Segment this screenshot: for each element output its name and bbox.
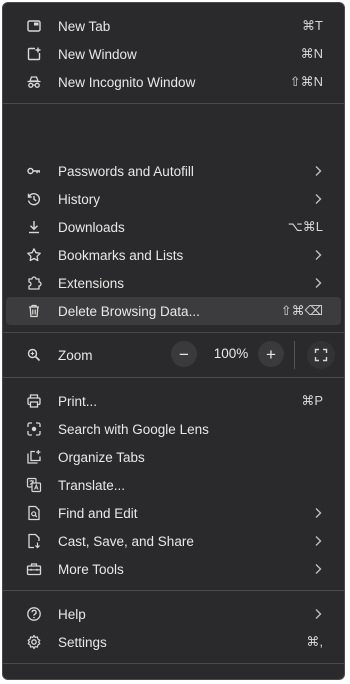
menu-label: Search with Google Lens xyxy=(58,421,209,437)
menu-label: Print... xyxy=(58,393,98,409)
shortcut-text: ⇧⌘⌫ xyxy=(280,303,323,318)
shortcut-text: ⇧⌘N xyxy=(289,74,323,89)
menu-item-print[interactable]: Print... ⌘P xyxy=(6,387,341,415)
menu-item-translate[interactable]: Translate... xyxy=(6,471,341,499)
menu-label: Organize Tabs xyxy=(58,449,145,465)
separator xyxy=(3,590,344,591)
menu-label: Help xyxy=(58,606,86,622)
menu-item-settings[interactable]: Settings ⌘, xyxy=(6,628,341,656)
menu-item-extensions[interactable]: Extensions xyxy=(6,269,341,297)
gear-icon xyxy=(24,634,44,650)
google-lens-icon xyxy=(24,421,44,437)
menu-item-help[interactable]: Help xyxy=(6,600,341,628)
find-in-page-icon xyxy=(24,505,44,521)
organize-tabs-icon xyxy=(24,449,44,465)
save-share-file-icon xyxy=(24,533,44,549)
menu-item-cast-save-share[interactable]: Cast, Save, and Share xyxy=(6,527,341,555)
menu-label: New Incognito Window xyxy=(58,74,196,90)
chevron-right-icon xyxy=(313,563,323,575)
menu-label: Find and Edit xyxy=(58,505,138,521)
help-icon xyxy=(24,606,44,622)
menu-item-new-window[interactable]: New Window ⌘N xyxy=(6,40,341,68)
menu-label: Delete Browsing Data... xyxy=(58,303,200,319)
fullscreen-button[interactable] xyxy=(307,341,335,369)
menu-item-bookmarks-lists[interactable]: Bookmarks and Lists xyxy=(6,241,341,269)
menu-item-more-tools[interactable]: More Tools xyxy=(6,555,341,583)
zoom-label: Zoom xyxy=(58,348,93,363)
menu-item-delete-browsing-data[interactable]: Delete Browsing Data... ⇧⌘⌫ xyxy=(6,297,341,325)
menu-item-find-edit[interactable]: Find and Edit xyxy=(6,499,341,527)
separator xyxy=(3,332,344,333)
shortcut-text: ⌘, xyxy=(306,634,323,649)
menu-label: Extensions xyxy=(58,275,125,291)
menu-item-downloads[interactable]: Downloads ⌥⌘L xyxy=(6,213,341,241)
download-icon xyxy=(24,219,44,235)
menu-label: Downloads xyxy=(58,219,125,235)
new-window-icon xyxy=(24,46,44,62)
fullscreen-icon xyxy=(314,348,328,362)
menu-label: New Tab xyxy=(58,18,111,34)
chevron-right-icon xyxy=(313,249,323,261)
zoom-out-button[interactable]: − xyxy=(171,341,197,367)
trash-icon xyxy=(24,303,44,319)
menu-label: Settings xyxy=(58,634,107,650)
menu-item-organize-tabs[interactable]: Organize Tabs xyxy=(6,443,341,471)
chevron-right-icon xyxy=(313,193,323,205)
menu-label: New Window xyxy=(58,46,137,62)
key-icon xyxy=(24,163,44,179)
shortcut-text: ⌘N xyxy=(300,46,323,61)
star-icon xyxy=(24,247,44,263)
chevron-right-icon xyxy=(313,165,323,177)
separator xyxy=(3,663,344,664)
menu-label: Bookmarks and Lists xyxy=(58,247,184,263)
zoom-divider xyxy=(294,341,295,369)
menu-item-history[interactable]: History xyxy=(6,185,341,213)
translate-icon xyxy=(24,477,44,493)
chevron-right-icon xyxy=(313,507,323,519)
shortcut-text: ⌘P xyxy=(301,393,323,408)
chevron-right-icon xyxy=(313,535,323,547)
menu-item-new-incognito-window[interactable]: New Incognito Window ⇧⌘N xyxy=(6,68,341,96)
chrome-main-menu: New Tab ⌘T New Window ⌘N New Incognito W… xyxy=(2,2,345,680)
zoom-level-value: 100% xyxy=(213,346,249,361)
chevron-right-icon xyxy=(313,277,323,289)
extension-puzzle-icon xyxy=(24,275,44,291)
menu-item-passwords-autofill[interactable]: Passwords and Autofill xyxy=(6,157,341,185)
incognito-icon xyxy=(24,74,44,90)
printer-icon xyxy=(24,393,44,409)
toolbox-icon xyxy=(24,561,44,577)
menu-label: Cast, Save, and Share xyxy=(58,533,194,549)
shortcut-text: ⌘T xyxy=(302,18,323,33)
new-tab-icon xyxy=(24,18,44,34)
menu-item-new-tab[interactable]: New Tab ⌘T xyxy=(6,12,341,40)
menu-label: History xyxy=(58,191,101,207)
menu-label: Passwords and Autofill xyxy=(58,163,194,179)
menu-item-search-google-lens[interactable]: Search with Google Lens xyxy=(6,415,341,443)
zoom-row: Zoom − 100% + xyxy=(6,338,341,372)
separator xyxy=(3,377,344,378)
zoom-in-button[interactable]: + xyxy=(258,341,284,367)
menu-label: Translate... xyxy=(58,477,126,493)
separator xyxy=(3,103,344,104)
zoom-magnifier-icon xyxy=(24,347,44,363)
shortcut-text: ⌥⌘L xyxy=(287,219,323,234)
history-icon xyxy=(24,191,44,207)
menu-label: More Tools xyxy=(58,561,124,577)
chevron-right-icon xyxy=(313,608,323,620)
